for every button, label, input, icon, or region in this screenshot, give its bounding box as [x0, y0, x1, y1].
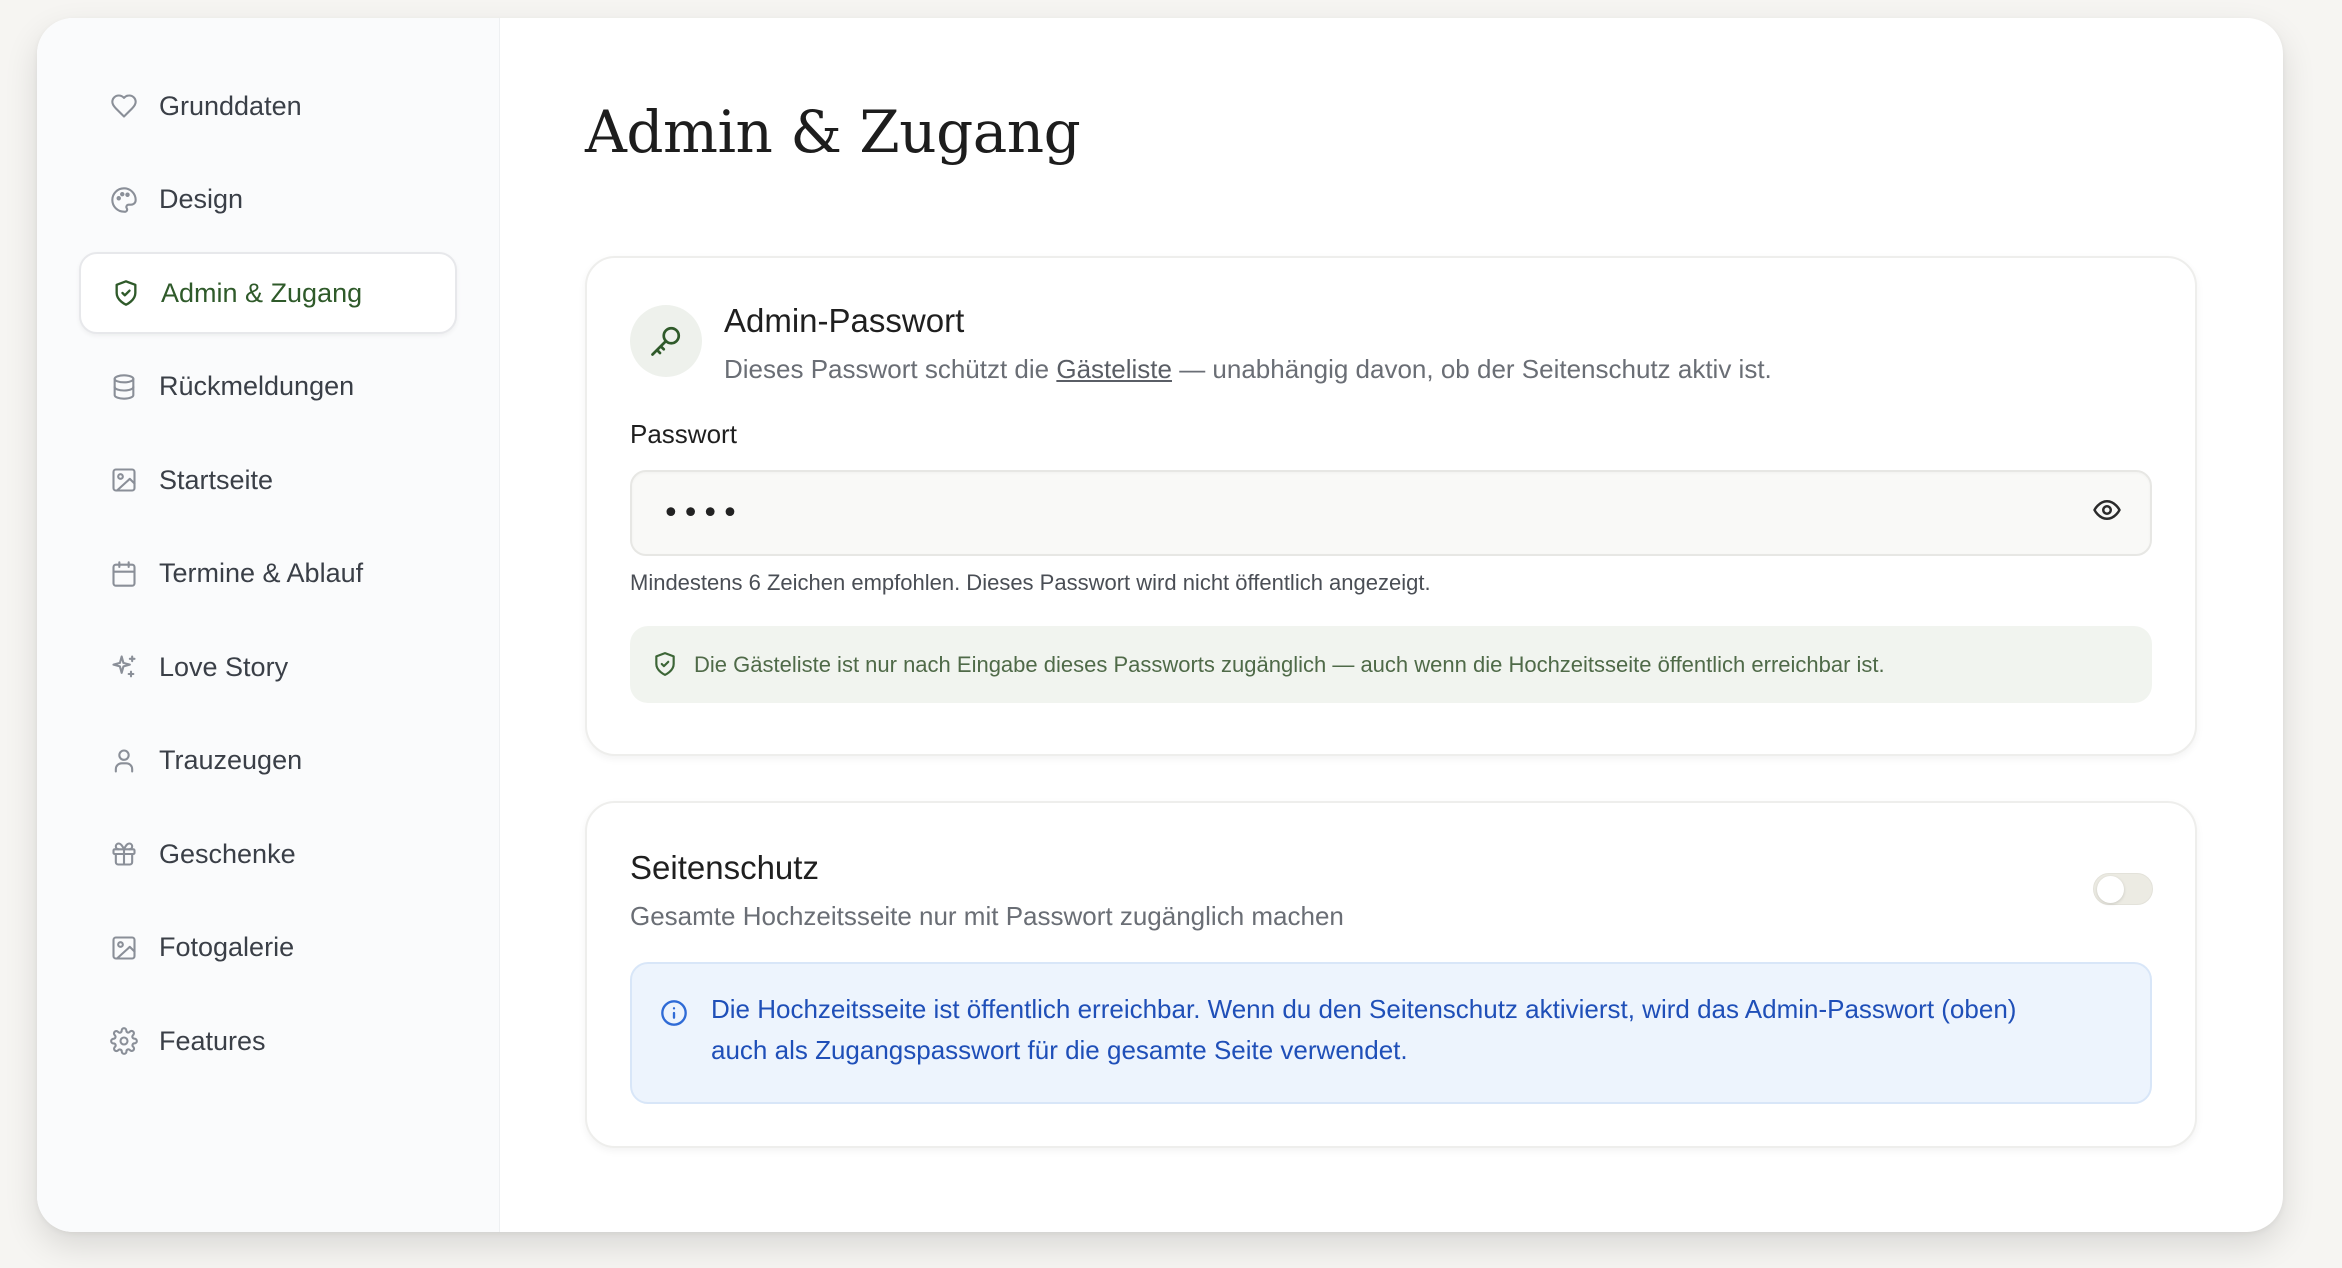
password-label: Passwort	[630, 419, 737, 449]
card-description: Gesamte Hochzeitsseite nur mit Passwort …	[630, 901, 1344, 931]
sidebar-item-label: Startseite	[159, 464, 274, 495]
sidebar-item-label: Trauzeugen	[159, 745, 303, 775]
sidebar-item-love-story[interactable]: Love Story	[79, 626, 457, 708]
sidebar: Grunddaten Design Admin & Zugang Rückmel…	[37, 18, 500, 1232]
sidebar-item-label: Love Story	[159, 651, 289, 682]
gear-icon	[109, 1026, 139, 1056]
sidebar-item-label: Termine & Ablauf	[159, 558, 364, 588]
sidebar-item-label: Geschenke	[159, 838, 296, 869]
sidebar-item-label: Features	[159, 1025, 266, 1056]
sidebar-item-grunddaten[interactable]: Grunddaten	[79, 65, 457, 147]
guestlist-note: Die Gästeliste ist nur nach Eingabe dies…	[630, 626, 2152, 703]
shield-check-icon	[652, 651, 680, 679]
sidebar-item-trauzeugen[interactable]: Trauzeugen	[79, 720, 457, 802]
info-line: Die Hochzeitsseite ist öffentlich erreic…	[711, 994, 2017, 1024]
card-description: Dieses Passwort schützt die Gästeliste —…	[724, 354, 1772, 385]
sidebar-item-label: Design	[159, 184, 244, 214]
sidebar-item-termine-ablauf[interactable]: Termine & Ablauf	[79, 533, 457, 615]
sidebar-item-design[interactable]: Design	[79, 159, 457, 241]
sidebar-item-label: Rückmeldungen	[159, 371, 355, 401]
card-header-text: Admin-Passwort Dieses Passwort schützt d…	[724, 302, 1772, 385]
sidebar-item-startseite[interactable]: Startseite	[79, 439, 457, 521]
main-content: Admin & Zugang Admin-Passwort Dieses Pas…	[500, 18, 2283, 1232]
password-value: ••••	[662, 495, 741, 531]
toggle-knob	[2097, 876, 2124, 903]
guestlist-link[interactable]: Gästeliste	[1056, 354, 1172, 384]
gift-icon	[109, 839, 139, 869]
desc-text: Dieses Passwort schützt die	[724, 354, 1057, 384]
shield-check-icon	[111, 278, 141, 308]
palette-icon	[109, 185, 139, 215]
page-title: Admin & Zugang	[585, 98, 1081, 166]
sidebar-item-rueckmeldungen[interactable]: Rückmeldungen	[79, 346, 457, 428]
sidebar-item-geschenke[interactable]: Geschenke	[79, 813, 457, 895]
heart-icon	[109, 91, 139, 121]
eye-icon[interactable]	[2092, 495, 2128, 531]
calendar-icon	[109, 559, 139, 589]
desc-text: — unabhängig davon, ob der Seitenschutz …	[1171, 354, 1772, 384]
sparkles-icon	[109, 652, 139, 682]
sidebar-item-admin-zugang[interactable]: Admin & Zugang	[79, 252, 457, 334]
key-icon	[630, 305, 702, 377]
image-icon	[109, 933, 139, 963]
card-header: Admin-Passwort Dieses Passwort schützt d…	[630, 302, 2152, 385]
info-text: Die Hochzeitsseite ist öffentlich erreic…	[711, 989, 2016, 1102]
info-box: Die Hochzeitsseite ist öffentlich erreic…	[630, 962, 2152, 1104]
card-title: Seitenschutz	[630, 849, 819, 886]
sidebar-item-fotogalerie[interactable]: Fotogalerie	[79, 907, 457, 989]
admin-password-card: Admin-Passwort Dieses Passwort schützt d…	[585, 256, 2197, 756]
database-icon	[109, 372, 139, 402]
site-protection-toggle[interactable]	[2093, 873, 2153, 905]
sidebar-item-features[interactable]: Features	[79, 1000, 457, 1082]
sidebar-item-label: Fotogalerie	[159, 932, 295, 962]
app-window: Grunddaten Design Admin & Zugang Rückmel…	[37, 18, 2283, 1232]
info-line: auch als Zugangspasswort für die gesamte…	[711, 1035, 1408, 1065]
image-icon	[109, 465, 139, 495]
note-text: Die Gästeliste ist nur nach Eingabe dies…	[694, 651, 1885, 677]
sidebar-item-label: Grunddaten	[159, 90, 302, 121]
password-hint: Mindestens 6 Zeichen empfohlen. Dieses P…	[630, 570, 1431, 595]
user-icon	[109, 746, 139, 776]
info-icon	[660, 998, 690, 1028]
card-title: Admin-Passwort	[724, 302, 965, 339]
site-protection-card: Seitenschutz Gesamte Hochzeitsseite nur …	[585, 801, 2197, 1148]
sidebar-item-label: Admin & Zugang	[161, 277, 363, 308]
password-field[interactable]: ••••	[630, 470, 2152, 556]
